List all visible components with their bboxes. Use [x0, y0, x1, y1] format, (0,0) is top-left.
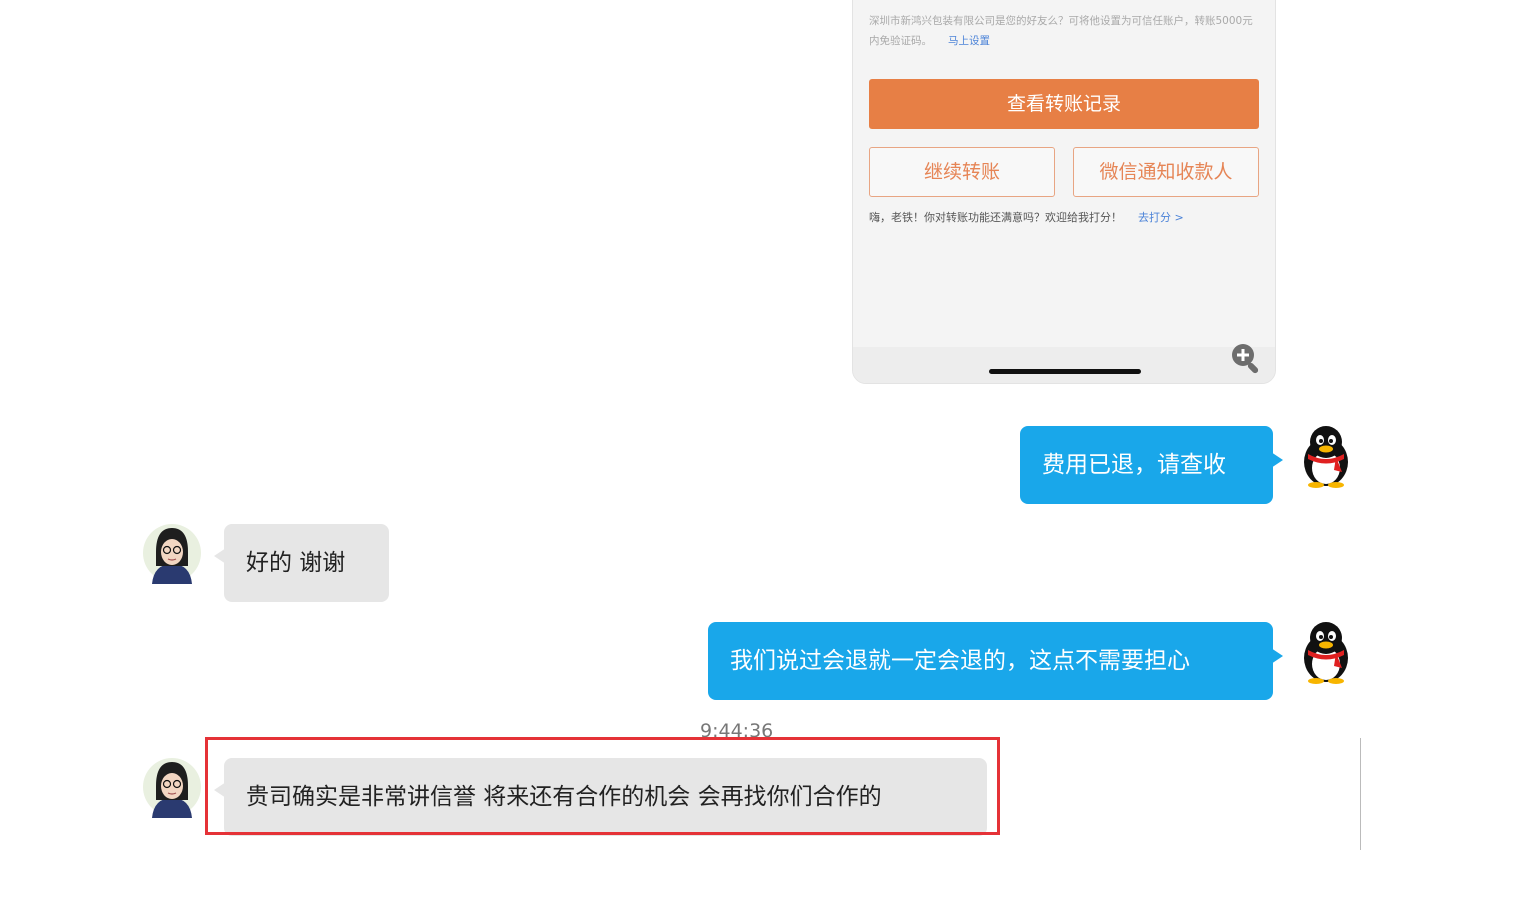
transfer-screenshot-card[interactable]: 深圳市新鸿兴包装有限公司是您的好友么？可将他设置为可信任账户，转账5000元内免…	[852, 0, 1276, 384]
outgoing-message-bubble[interactable]: 我们说过会退就一定会退的，这点不需要担心	[708, 622, 1283, 700]
rate-link[interactable]: 去打分 >	[1138, 211, 1184, 224]
divider-line	[1360, 738, 1361, 850]
message-timestamp: 9:44:36	[700, 720, 774, 738]
qq-penguin-icon[interactable]	[1296, 620, 1356, 684]
card-bottom-bar	[853, 347, 1275, 383]
wechat-notify-payee-button[interactable]: 微信通知收款人	[1073, 147, 1259, 197]
zoom-in-icon[interactable]	[1229, 341, 1263, 375]
home-indicator	[989, 369, 1141, 374]
user-photo-avatar[interactable]	[142, 756, 202, 818]
incoming-message-bubble[interactable]: 好的 谢谢	[214, 524, 389, 602]
qq-penguin-icon[interactable]	[1296, 424, 1356, 488]
notice-text: 深圳市新鸿兴包装有限公司是您的好友么？可将他设置为可信任账户，转账5000元内免…	[869, 15, 1253, 47]
continue-transfer-button[interactable]: 继续转账	[869, 147, 1055, 197]
set-now-link[interactable]: 马上设置	[948, 35, 990, 47]
highlight-box	[205, 737, 1000, 835]
outgoing-message-bubble[interactable]: 费用已退，请查收	[1020, 426, 1283, 504]
rating-text: 嗨，老铁！你对转账功能还满意吗？欢迎给我打分！	[869, 211, 1122, 224]
trusted-account-notice: 深圳市新鸿兴包装有限公司是您的好友么？可将他设置为可信任账户，转账5000元内免…	[869, 11, 1254, 51]
view-transfer-records-button[interactable]: 查看转账记录	[869, 79, 1259, 129]
rating-prompt: 嗨，老铁！你对转账功能还满意吗？欢迎给我打分！ 去打分 >	[869, 209, 1264, 225]
user-photo-avatar[interactable]	[142, 522, 202, 584]
